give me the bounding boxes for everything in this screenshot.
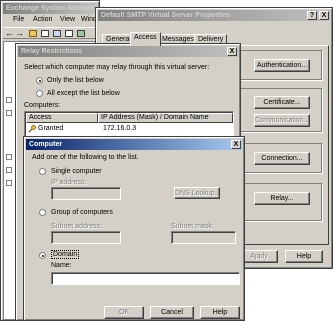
- all-except-radio[interactable]: [36, 90, 43, 97]
- subnet-mask-field[interactable]: [171, 231, 236, 244]
- name-label: Name:: [51, 262, 72, 269]
- group-computers-radio[interactable]: [39, 209, 46, 216]
- subnet-address-field[interactable]: [51, 231, 121, 244]
- ok-button[interactable]: OK: [104, 306, 144, 319]
- connection-button[interactable]: Connection...: [254, 152, 310, 165]
- help-icon[interactable]: [77, 30, 85, 37]
- cancel-button[interactable]: Cancel: [150, 306, 194, 319]
- subnet-mask-label: Subnet mask:: [171, 223, 214, 230]
- single-computer-label[interactable]: Single computer: [51, 168, 102, 175]
- computer-help-button[interactable]: Help: [200, 306, 240, 319]
- smtp-title-bar: Default SMTP Virtual Server Properties: [98, 10, 330, 21]
- all-except-label[interactable]: All except the list below: [47, 90, 120, 97]
- single-computer-radio[interactable]: [39, 168, 46, 175]
- relay-title-bar: Relay Restrictions: [18, 46, 238, 57]
- mmc-title: Exchange System Manage: [6, 5, 94, 12]
- list-header: Access IP Address (Mask) / Domain Name: [26, 113, 233, 123]
- back-icon[interactable]: ←: [5, 28, 14, 38]
- computer-title: Computer: [29, 141, 63, 148]
- properties-icon[interactable]: [53, 30, 61, 37]
- computers-label: Computers:: [24, 102, 61, 109]
- computer-dialog: Computer X Add one of the following to t…: [23, 136, 245, 321]
- relay-prompt: Select which computer may relay through …: [24, 64, 210, 71]
- only-list-radio[interactable]: [36, 77, 43, 84]
- tree-expander[interactable]: [6, 154, 12, 160]
- ip-address-field[interactable]: [51, 187, 121, 200]
- certificate-button[interactable]: Certificate...: [254, 96, 310, 109]
- tree-expander[interactable]: [6, 110, 12, 116]
- tree-expander[interactable]: [6, 97, 12, 103]
- refresh-icon[interactable]: [65, 30, 73, 37]
- row-ip: 172.16.0.3: [103, 125, 137, 132]
- tab-access[interactable]: Access: [130, 32, 161, 46]
- tree-icon[interactable]: [41, 30, 49, 37]
- tree-expander[interactable]: [6, 167, 12, 173]
- smtp-close-button[interactable]: X: [319, 11, 329, 20]
- authentication-button[interactable]: Authentication...: [254, 59, 310, 72]
- computer-title-bar: Computer: [26, 139, 242, 150]
- smtp-title: Default SMTP Virtual Server Properties: [101, 12, 230, 19]
- dns-lookup-button[interactable]: DNS Lookup...: [174, 187, 220, 199]
- computer-prompt: Add one of the following to the list.: [32, 154, 139, 161]
- column-header-ip[interactable]: IP Address (Mask) / Domain Name: [98, 113, 233, 123]
- computer-close-button[interactable]: X: [231, 140, 241, 149]
- smtp-help-button[interactable]: Help: [285, 250, 323, 263]
- mmc-toolbar: ← →: [3, 27, 99, 39]
- only-list-label[interactable]: Only the list below: [47, 77, 104, 84]
- domain-radio[interactable]: [39, 252, 46, 259]
- computers-list[interactable]: Access IP Address (Mask) / Domain Name G…: [24, 111, 234, 137]
- tree-expander[interactable]: [6, 180, 12, 186]
- ip-address-label: IP address:: [51, 179, 87, 186]
- help-title-button[interactable]: ?: [307, 11, 317, 20]
- group-computers-label[interactable]: Group of computers: [51, 209, 113, 216]
- menu-action[interactable]: Action: [33, 16, 52, 23]
- table-row[interactable]: Granted 172.16.0.3: [26, 124, 233, 134]
- relay-close-button[interactable]: X: [227, 47, 237, 56]
- column-header-access[interactable]: Access: [26, 113, 98, 123]
- row-access: Granted: [38, 125, 64, 132]
- domain-name-field[interactable]: [51, 272, 240, 285]
- up-folder-icon[interactable]: [29, 30, 37, 37]
- communication-button[interactable]: Communication...: [254, 114, 310, 127]
- mmc-menu-bar: File Action View Wind: [3, 15, 99, 25]
- relay-title: Relay Restrictions: [21, 48, 83, 55]
- menu-file[interactable]: File: [13, 16, 24, 23]
- domain-label[interactable]: Domain: [51, 250, 80, 259]
- subnet-address-label: Subnet address:: [51, 223, 102, 230]
- key-icon: [28, 125, 36, 133]
- apply-button[interactable]: Apply: [240, 250, 278, 263]
- mmc-title-bar: Exchange System Manage: [3, 3, 97, 14]
- relay-button[interactable]: Relay...: [254, 192, 310, 205]
- forward-icon[interactable]: →: [15, 28, 24, 38]
- menu-view[interactable]: View: [60, 16, 75, 23]
